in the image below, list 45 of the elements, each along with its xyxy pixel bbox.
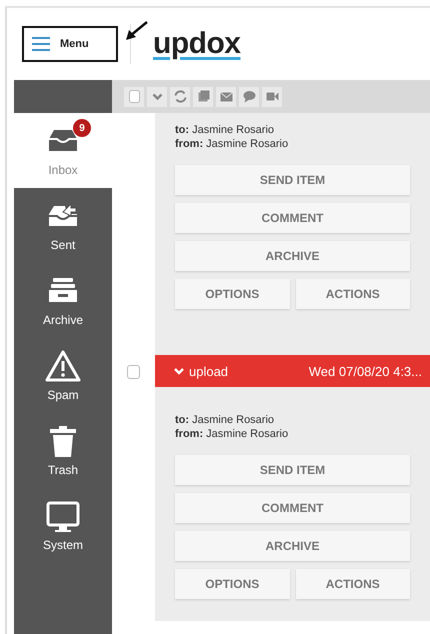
- sidebar-item[interactable]: Sent: [14, 188, 112, 263]
- recipient: to: Jasmine Rosario: [175, 123, 276, 137]
- action-button[interactable]: SEND ITEM: [175, 455, 410, 485]
- sender: from: Jasmine Rosario: [175, 137, 290, 151]
- toolbar-button[interactable]: [239, 86, 259, 106]
- sidebar-item[interactable]: Trash: [14, 413, 112, 488]
- action-button[interactable]: ARCHIVE: [175, 241, 410, 271]
- notes-icon: [196, 90, 210, 103]
- toolbar-button[interactable]: [124, 86, 144, 106]
- toolbar-button[interactable]: [147, 86, 167, 106]
- recipient: to: Jasmine Rosario: [175, 413, 276, 427]
- sender: from: Jasmine Rosario: [175, 427, 290, 441]
- monitor-icon: [45, 500, 81, 534]
- pointer-arrow: [125, 20, 149, 42]
- checkbox[interactable]: [127, 365, 140, 379]
- video-camera-icon: [266, 90, 278, 103]
- toolbar-button[interactable]: [170, 86, 190, 106]
- action-button[interactable]: ACTIONS: [296, 569, 410, 599]
- action-button[interactable]: ACTIONS: [296, 279, 410, 309]
- message-subject: upload: [189, 364, 230, 378]
- action-button[interactable]: OPTIONS: [175, 279, 290, 309]
- unread-badge: 9: [73, 119, 91, 137]
- envelope-icon: [220, 90, 232, 103]
- toolbar-button[interactable]: [193, 86, 213, 106]
- sidebar-item[interactable]: Archive: [14, 263, 112, 338]
- action-button[interactable]: COMMENT: [175, 203, 410, 233]
- toolbar-button[interactable]: [262, 86, 282, 106]
- chevron-down-icon: [173, 366, 185, 376]
- menu-icon: [32, 37, 50, 51]
- toolbar-button[interactable]: [216, 86, 236, 106]
- sidebar-item[interactable]: System: [14, 488, 112, 563]
- logo: updox: [153, 27, 240, 61]
- sidebar-item[interactable]: Inbox 9: [14, 113, 112, 188]
- message-header[interactable]: upload Wed 07/08/20 4:3...: [155, 355, 430, 387]
- action-button[interactable]: SEND ITEM: [175, 165, 410, 195]
- warning-icon: [45, 350, 81, 384]
- chat-bubble-icon: [242, 90, 256, 103]
- action-button[interactable]: ARCHIVE: [175, 531, 410, 561]
- menu-button[interactable]: Menu: [22, 26, 118, 62]
- refresh-icon: [174, 90, 186, 103]
- message-date: Wed 07/08/20 4:3...: [308, 364, 422, 378]
- sidebar-item[interactable]: Spam: [14, 338, 112, 413]
- action-button[interactable]: COMMENT: [175, 493, 410, 523]
- checkbox-icon: [128, 90, 140, 103]
- action-button[interactable]: OPTIONS: [175, 569, 290, 599]
